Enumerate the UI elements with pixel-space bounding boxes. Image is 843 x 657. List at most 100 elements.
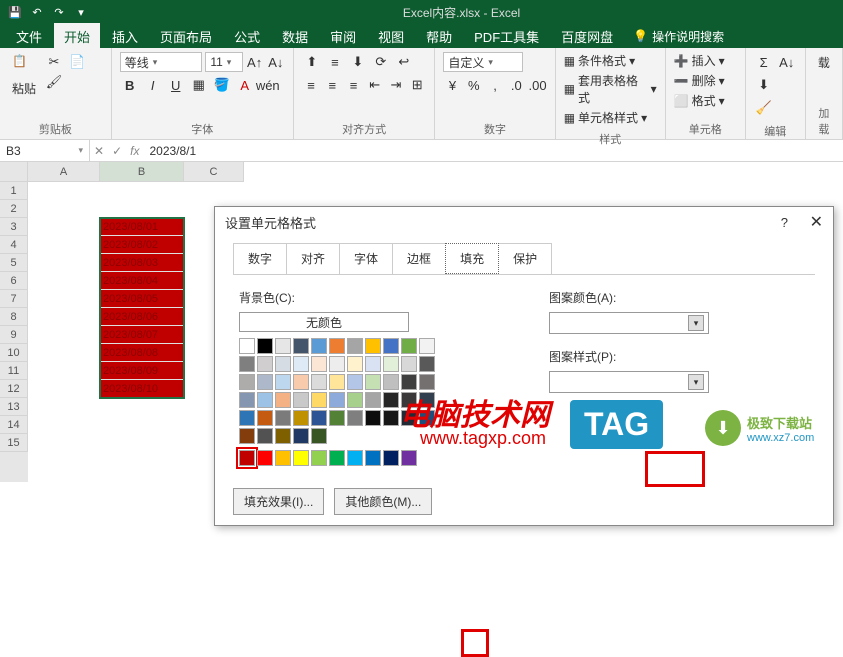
color-swatch[interactable] — [275, 410, 291, 426]
cancel-icon[interactable]: ✕ — [94, 144, 104, 158]
color-swatch[interactable] — [239, 392, 255, 408]
cell-B10[interactable]: 2023/08/08 — [100, 344, 184, 362]
increase-font-icon[interactable]: A↑ — [246, 52, 264, 72]
redo-icon[interactable]: ↷ — [52, 5, 66, 19]
close-icon[interactable]: ✕ — [810, 214, 823, 231]
row-header-15[interactable]: 15 — [0, 434, 28, 452]
row-header-14[interactable]: 14 — [0, 416, 28, 434]
color-swatch[interactable] — [275, 374, 291, 390]
color-swatch[interactable] — [329, 410, 345, 426]
italic-button[interactable]: I — [143, 75, 163, 95]
cell-B11[interactable]: 2023/08/09 — [100, 362, 184, 380]
pattern-style-dropdown[interactable]: ▾ — [549, 371, 709, 393]
color-swatch[interactable] — [275, 392, 291, 408]
align-middle-icon[interactable]: ≡ — [325, 52, 345, 72]
tab-help[interactable]: 帮助 — [416, 23, 462, 50]
cell-B9[interactable]: 2023/08/07 — [100, 326, 184, 344]
color-swatch[interactable] — [401, 356, 417, 372]
color-swatch[interactable] — [347, 356, 363, 372]
dlg-tab-font[interactable]: 字体 — [339, 243, 393, 274]
fill-color-icon[interactable]: 🪣 — [212, 75, 232, 95]
dlg-tab-fill[interactable]: 填充 — [445, 243, 499, 274]
row-header-7[interactable]: 7 — [0, 290, 28, 308]
color-swatch[interactable] — [365, 356, 381, 372]
color-swatch[interactable] — [257, 392, 273, 408]
undo-icon[interactable]: ↶ — [30, 5, 44, 19]
autosum-icon[interactable]: Σ — [754, 52, 774, 72]
format-table-button[interactable]: ▦ 套用表格格式 ▾ — [564, 72, 657, 106]
merge-icon[interactable]: ⊞ — [408, 75, 426, 95]
cell-B4[interactable]: 2023/08/02 — [100, 236, 184, 254]
standard-color-swatch[interactable] — [347, 450, 363, 466]
color-swatch[interactable] — [275, 338, 291, 354]
cell-B3[interactable]: 2023/08/01 — [100, 218, 184, 236]
cell-B5[interactable]: 2023/08/03 — [100, 254, 184, 272]
cut-icon[interactable]: ✂ — [44, 52, 64, 72]
cell-B12[interactable]: 2023/08/10 — [100, 380, 184, 398]
color-swatch[interactable] — [329, 374, 345, 390]
align-left-icon[interactable]: ≡ — [302, 75, 320, 95]
color-swatch[interactable] — [239, 338, 255, 354]
name-box[interactable]: B3▾ — [0, 140, 90, 161]
indent-decrease-icon[interactable]: ⇤ — [366, 75, 384, 95]
conditional-format-button[interactable]: ▦ 条件格式 ▾ — [564, 52, 657, 69]
qat-dropdown-icon[interactable]: ▾ — [74, 5, 88, 19]
delete-cells-button[interactable]: ➖ 删除 ▾ — [674, 72, 737, 89]
dlg-tab-align[interactable]: 对齐 — [286, 243, 340, 274]
tab-file[interactable]: 文件 — [6, 23, 52, 50]
indent-increase-icon[interactable]: ⇥ — [387, 75, 405, 95]
tab-formula[interactable]: 公式 — [224, 23, 270, 50]
color-swatch[interactable] — [419, 338, 435, 354]
color-swatch[interactable] — [257, 374, 273, 390]
row-header-12[interactable]: 12 — [0, 380, 28, 398]
cell-B7[interactable]: 2023/08/05 — [100, 290, 184, 308]
tell-me[interactable]: 💡操作说明搜索 — [633, 28, 724, 45]
standard-color-swatch[interactable] — [257, 450, 273, 466]
color-swatch[interactable] — [239, 428, 255, 444]
color-swatch[interactable] — [311, 428, 327, 444]
row-header-8[interactable]: 8 — [0, 308, 28, 326]
standard-color-swatch[interactable] — [293, 450, 309, 466]
color-swatch[interactable] — [293, 428, 309, 444]
row-header-3[interactable]: 3 — [0, 218, 28, 236]
color-swatch[interactable] — [311, 338, 327, 354]
standard-color-swatch[interactable] — [239, 450, 255, 466]
row-header-13[interactable]: 13 — [0, 398, 28, 416]
decrease-font-icon[interactable]: A↓ — [267, 52, 285, 72]
color-swatch[interactable] — [257, 338, 273, 354]
color-swatch[interactable] — [401, 374, 417, 390]
color-swatch[interactable] — [383, 338, 399, 354]
row-header-5[interactable]: 5 — [0, 254, 28, 272]
dlg-tab-protect[interactable]: 保护 — [498, 243, 552, 274]
color-swatch[interactable] — [365, 392, 381, 408]
row-header-2[interactable]: 2 — [0, 200, 28, 218]
color-swatch[interactable] — [401, 338, 417, 354]
color-swatch[interactable] — [329, 356, 345, 372]
row-header-9[interactable]: 9 — [0, 326, 28, 344]
dlg-tab-number[interactable]: 数字 — [233, 243, 287, 274]
color-swatch[interactable] — [257, 410, 273, 426]
color-swatch[interactable] — [275, 428, 291, 444]
fill-effects-button[interactable]: 填充效果(I)... — [233, 488, 324, 515]
color-swatch[interactable] — [419, 356, 435, 372]
help-button[interactable]: ? — [781, 215, 788, 230]
bold-button[interactable]: B — [120, 75, 140, 95]
decrease-decimal-icon[interactable]: .00 — [528, 75, 546, 95]
color-swatch[interactable] — [383, 410, 399, 426]
col-header-B[interactable]: B — [100, 162, 184, 182]
fx-icon[interactable]: fx — [130, 144, 139, 158]
insert-cells-button[interactable]: ➕ 插入 ▾ — [674, 52, 737, 69]
row-header-10[interactable]: 10 — [0, 344, 28, 362]
paste-button[interactable]: 📋 粘贴 — [8, 52, 40, 99]
currency-icon[interactable]: ¥ — [443, 75, 461, 95]
color-swatch[interactable] — [383, 374, 399, 390]
tab-view[interactable]: 视图 — [368, 23, 414, 50]
align-right-icon[interactable]: ≡ — [344, 75, 362, 95]
orientation-icon[interactable]: ⟳ — [371, 52, 391, 72]
color-swatch[interactable] — [293, 356, 309, 372]
color-swatch[interactable] — [329, 338, 345, 354]
cell-B6[interactable]: 2023/08/04 — [100, 272, 184, 290]
select-all-corner[interactable] — [0, 162, 28, 182]
color-swatch[interactable] — [347, 392, 363, 408]
row-header-4[interactable]: 4 — [0, 236, 28, 254]
